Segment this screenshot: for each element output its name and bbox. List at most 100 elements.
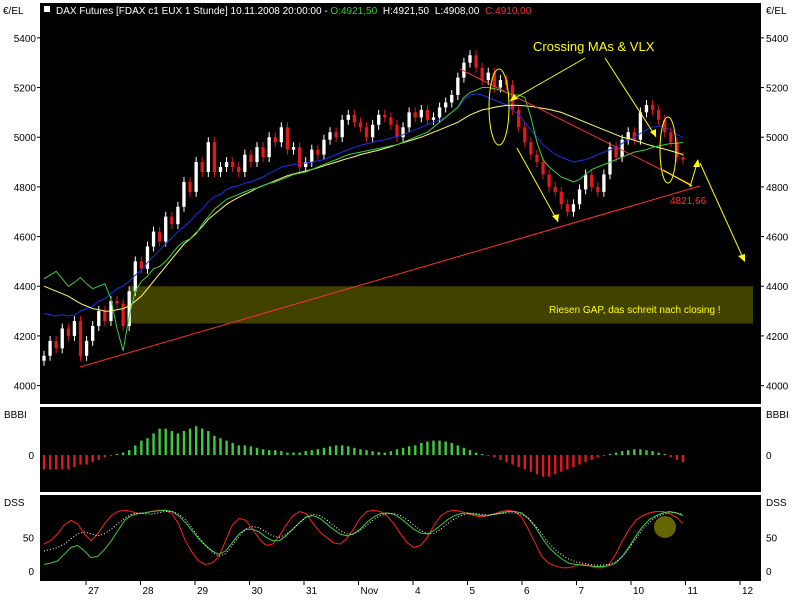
bbbi-bar [85,455,88,465]
candle-body [413,112,417,118]
bbbi-bar [377,452,380,455]
bbbi-bar [474,452,478,455]
candle-body [389,117,393,125]
bbbi-bar [444,441,447,455]
candle-body [328,132,332,140]
candle-body [486,72,490,81]
bbbi-bar [383,452,387,455]
candle-body [450,94,454,103]
candle-body [78,321,83,356]
candle-body [267,137,271,158]
candle-body [200,162,204,172]
dss-tick-label: 0 [28,567,34,578]
bbbi-bar [596,455,600,458]
candle-body [84,340,89,356]
candle-body [529,142,533,155]
bbbi-bar [140,440,143,455]
candle-body [170,216,174,225]
candle-body [145,246,150,269]
y-tick-label: 4800 [766,183,789,194]
dss-label-left: DSS [4,498,25,509]
bbbi-label-right: BBBI [766,410,789,421]
candle-body [517,109,521,128]
candle-body [42,355,46,361]
candle-body [468,55,472,63]
bbbi-bar [310,450,313,455]
candle-body [431,117,436,120]
candle-body [498,80,503,88]
candle-body [279,127,284,143]
y-tick-label: 4600 [766,233,789,244]
x-tick-label: 10 [633,586,645,597]
bbbi-bar [517,455,520,467]
bbbi-bar [456,445,460,455]
bbbi-bar [97,455,100,460]
bbbi-bar [395,449,399,455]
bbbi-bar [493,455,496,458]
dss-label-right: DSS [766,498,787,509]
bbbi-bar [675,455,679,460]
candle-body [602,174,606,192]
candle-body [644,104,649,113]
candle-body [559,191,563,205]
bbbi-bar [669,455,673,458]
bbbi-bar [547,455,551,477]
bbbi-bar [438,440,441,455]
bbbi-bar [304,451,307,455]
bbbi-bar [188,428,192,455]
x-tick-label: Nov [361,586,379,597]
candle-body [261,147,265,158]
candle-body [218,167,223,172]
bbbi-bar [201,428,204,455]
candle-body [583,174,588,190]
candle-body [97,311,101,326]
bbbi-bar [152,433,155,455]
candle-body [596,186,600,192]
bbbi-bar [280,451,283,455]
bbbi-bar [365,450,368,455]
bbbi-bar [316,449,320,455]
x-tick-label: 28 [143,586,155,597]
bbbi-bar [207,431,210,455]
y-tick-label: 5200 [14,84,37,95]
candle-body [176,206,180,225]
candle-body [115,301,119,304]
candle-body [553,186,557,192]
bbbi-bar [219,438,222,455]
bbbi-bar [182,431,186,455]
candle-body [443,102,448,108]
candle-body [72,321,77,336]
price-unit-right: €/EL [766,6,787,17]
y-tick-label: 5000 [766,133,789,144]
candle-body [346,114,350,120]
candle-body [577,189,582,205]
price-unit-left: €/EL [3,6,24,17]
candle-body [474,55,478,68]
bbbi-bar [663,454,666,455]
candle-body [590,174,594,187]
bbbi-bar [286,452,289,455]
y-tick-label: 4200 [14,332,37,343]
header-close: C:4910,00 [485,6,532,17]
bbbi-bar [115,454,119,455]
candle-body [310,149,314,163]
bbbi-bar [61,455,64,470]
candle-body [151,231,156,247]
candle-body [54,340,58,349]
bbbi-bar [450,443,453,455]
bbbi-bar [499,455,502,460]
x-tick-label: 30 [252,586,264,597]
level-label: 4821,66 [670,196,707,207]
x-tick-label: 7 [579,586,585,597]
bbbi-bar [328,446,332,455]
bbbi-bar [164,428,167,455]
candle-body [352,114,357,123]
candle-body [541,162,545,175]
bbbi-label-left: BBBI [4,410,27,421]
candle-body [364,127,369,138]
header-marker-icon [44,6,50,12]
dss-tick-label: 50 [23,533,35,544]
x-tick-label: 4 [415,586,421,597]
y-tick-label: 4400 [766,282,789,293]
bbbi-tick-label: 0 [28,451,34,462]
